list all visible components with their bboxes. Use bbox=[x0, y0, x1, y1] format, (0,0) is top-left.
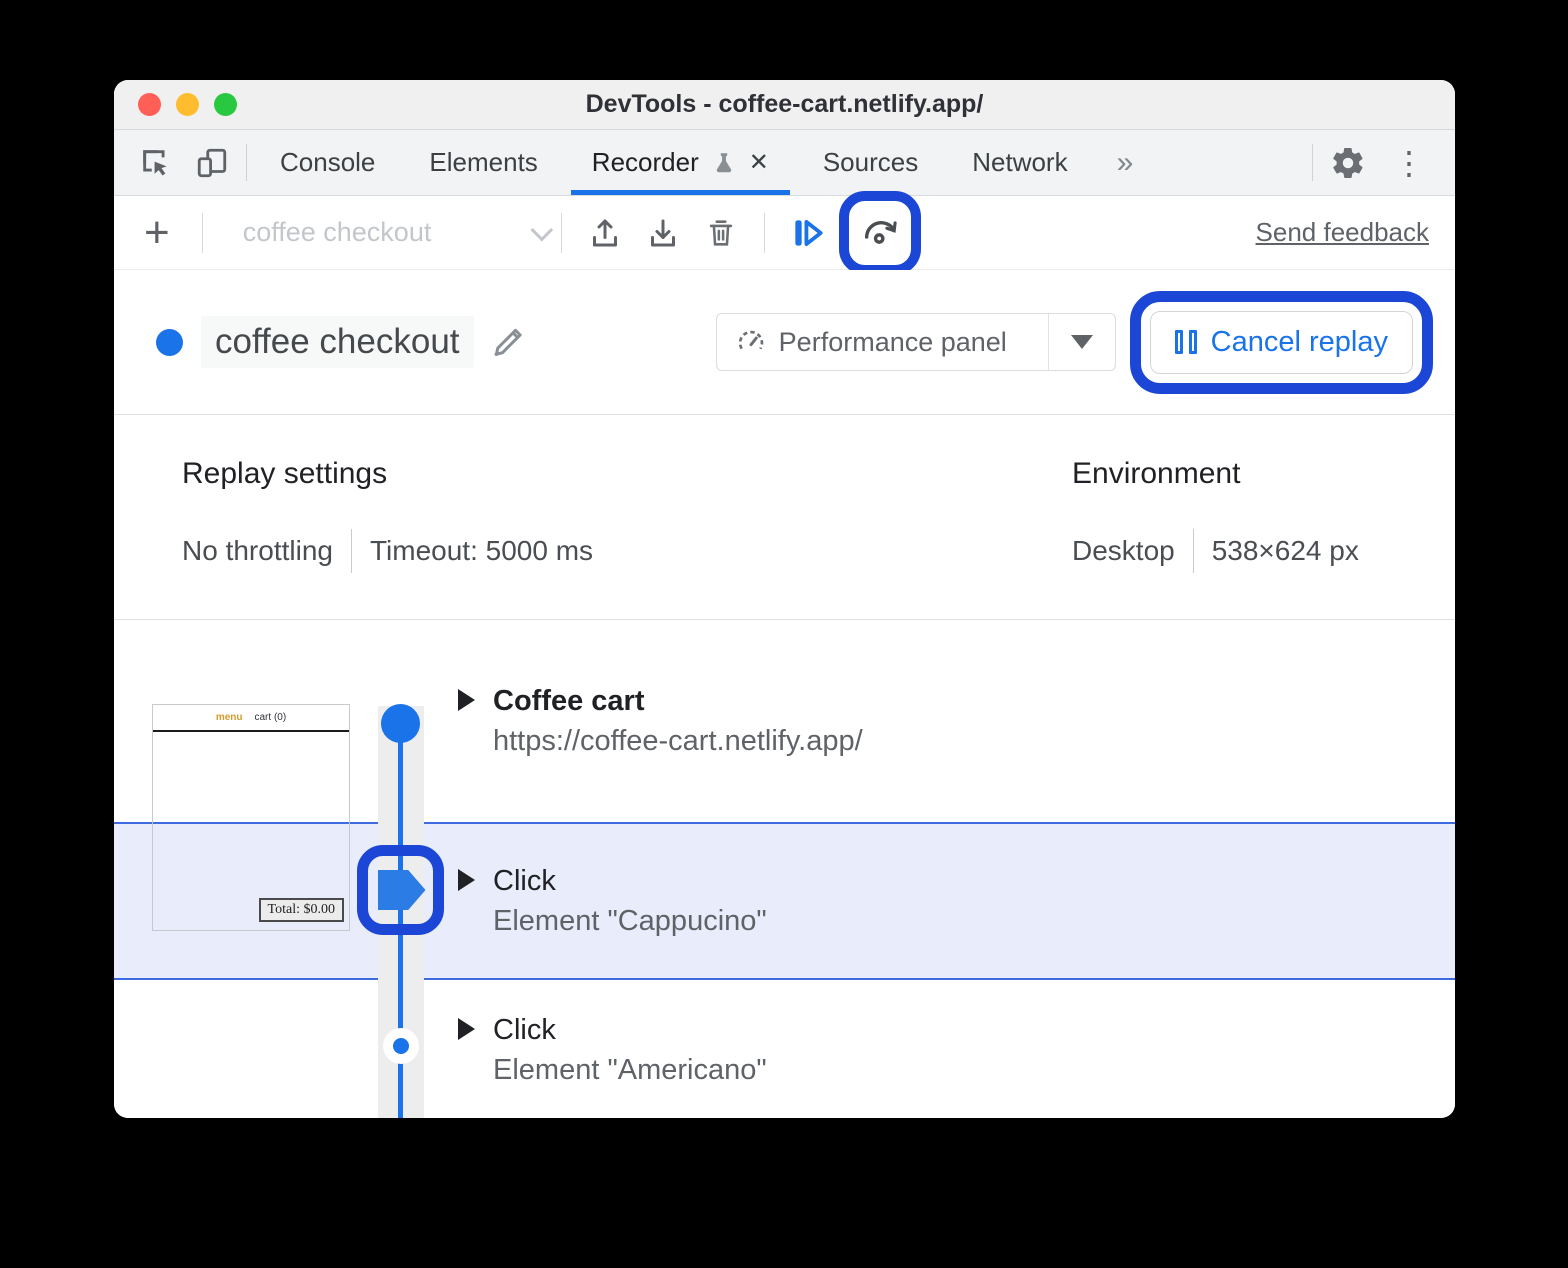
cancel-replay-button[interactable]: Cancel replay bbox=[1150, 311, 1413, 374]
divider bbox=[764, 213, 765, 253]
divider bbox=[351, 529, 352, 573]
device-toolbar-icon[interactable] bbox=[184, 130, 240, 195]
chevron-down-icon bbox=[530, 218, 553, 241]
settings-section: Replay settings No throttling Timeout: 5… bbox=[114, 415, 1455, 620]
devtools-tabbar: Console Elements Recorder ✕ Sources Netw… bbox=[114, 130, 1455, 196]
step-subtitle: Element "Americano" bbox=[493, 1050, 767, 1090]
replay-annotation-ring bbox=[839, 191, 921, 275]
edit-title-icon[interactable] bbox=[488, 322, 528, 362]
step-title: Click bbox=[493, 1010, 767, 1050]
add-recording-button[interactable]: + bbox=[144, 211, 170, 255]
tab-recorder[interactable]: Recorder ✕ bbox=[565, 130, 796, 195]
divider bbox=[1193, 529, 1194, 573]
send-feedback-link[interactable]: Send feedback bbox=[1256, 217, 1429, 248]
recording-status-dot bbox=[156, 329, 183, 356]
thumbnail-total-button: Total: $0.00 bbox=[259, 898, 344, 922]
cancel-replay-annotation-ring: Cancel replay bbox=[1130, 291, 1433, 394]
thumbnail-navbar: menu cart (0) bbox=[153, 705, 349, 732]
devtools-window: DevTools - coffee-cart.netlify.app/ Cons… bbox=[114, 80, 1455, 1118]
step-title: Click bbox=[493, 861, 767, 901]
divider bbox=[1048, 314, 1049, 370]
experiment-flask-icon bbox=[711, 150, 737, 176]
timeout-value: Timeout: 5000 ms bbox=[370, 535, 593, 567]
tab-sources[interactable]: Sources bbox=[796, 130, 945, 195]
titlebar: DevTools - coffee-cart.netlify.app/ bbox=[114, 80, 1455, 130]
traffic-lights bbox=[138, 80, 237, 129]
settings-gear-icon[interactable] bbox=[1319, 130, 1377, 195]
recording-select[interactable]: coffee checkout bbox=[217, 217, 547, 248]
replay-icon[interactable] bbox=[851, 204, 909, 262]
page-thumbnail: menu cart (0) Total: $0.00 bbox=[152, 704, 350, 931]
step-over-icon[interactable] bbox=[779, 204, 837, 262]
divider bbox=[202, 213, 203, 253]
step-marker-pending-icon[interactable] bbox=[383, 1028, 419, 1064]
disclosure-triangle-icon[interactable] bbox=[458, 869, 475, 891]
pause-icon bbox=[1175, 330, 1197, 354]
thumbnail-nav-right: cart (0) bbox=[255, 712, 287, 723]
recorder-toolbar: + coffee checkout bbox=[114, 196, 1455, 270]
replay-settings-heading: Replay settings bbox=[182, 457, 593, 491]
tab-network[interactable]: Network bbox=[945, 130, 1094, 195]
performance-gauge-icon bbox=[735, 326, 767, 358]
panel-select-value: Performance panel bbox=[779, 327, 1007, 358]
zoom-window-button[interactable] bbox=[214, 93, 237, 116]
device-value: Desktop bbox=[1072, 535, 1175, 567]
disclosure-triangle-icon[interactable] bbox=[458, 689, 475, 711]
throttling-value: No throttling bbox=[182, 535, 333, 567]
caret-down-icon bbox=[1071, 335, 1093, 349]
replay-settings-block: Replay settings No throttling Timeout: 5… bbox=[182, 457, 593, 573]
recording-select-value: coffee checkout bbox=[243, 217, 432, 248]
tab-console[interactable]: Console bbox=[253, 130, 402, 195]
divider bbox=[561, 213, 562, 253]
export-recording-icon[interactable] bbox=[576, 204, 634, 262]
environment-heading: Environment bbox=[1072, 457, 1359, 491]
panel-select[interactable]: Performance panel bbox=[716, 313, 1116, 371]
kebab-menu-icon[interactable]: ⋮ bbox=[1377, 130, 1441, 195]
viewport-value: 538×624 px bbox=[1212, 535, 1359, 567]
divider bbox=[1312, 144, 1313, 181]
close-window-button[interactable] bbox=[138, 93, 161, 116]
step-subtitle: https://coffee-cart.netlify.app/ bbox=[493, 721, 863, 761]
steps-section: Coffee cart https://coffee-cart.netlify.… bbox=[114, 620, 1455, 1118]
step-title: Coffee cart bbox=[493, 681, 863, 721]
step-marker-current-icon[interactable] bbox=[381, 704, 420, 743]
inspect-element-icon[interactable] bbox=[128, 130, 184, 195]
minimize-window-button[interactable] bbox=[176, 93, 199, 116]
step-subtitle: Element "Cappucino" bbox=[493, 901, 767, 941]
close-recorder-tab-icon[interactable]: ✕ bbox=[749, 151, 769, 175]
divider bbox=[246, 144, 247, 181]
step-marker-annotation-ring bbox=[357, 845, 444, 935]
step-row-click-americano[interactable]: Click Element "Americano" bbox=[114, 980, 1455, 1118]
delete-recording-icon[interactable] bbox=[692, 204, 750, 262]
thumbnail-nav-left: menu bbox=[216, 712, 243, 723]
more-tabs-button[interactable]: » bbox=[1095, 130, 1156, 195]
recording-header: coffee checkout Performance panel Cancel… bbox=[114, 270, 1455, 415]
recording-title: coffee checkout bbox=[201, 316, 474, 368]
import-recording-icon[interactable] bbox=[634, 204, 692, 262]
window-title: DevTools - coffee-cart.netlify.app/ bbox=[586, 90, 984, 119]
environment-block: Environment Desktop 538×624 px bbox=[1072, 457, 1359, 573]
tab-elements[interactable]: Elements bbox=[402, 130, 564, 195]
step-marker-active-icon[interactable] bbox=[378, 870, 426, 910]
disclosure-triangle-icon[interactable] bbox=[458, 1018, 475, 1040]
